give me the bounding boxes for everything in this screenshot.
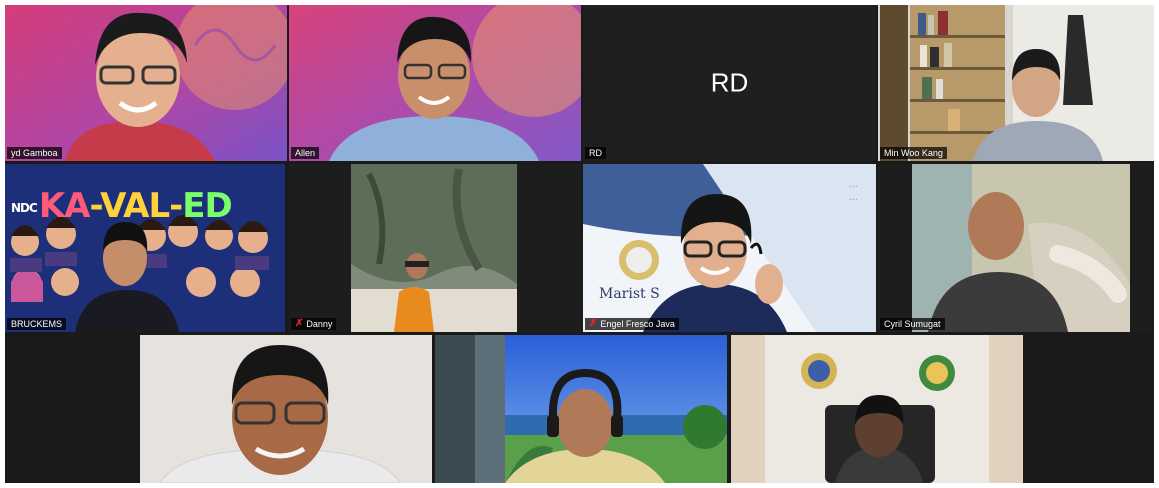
participant-name-label: BRUCKEMS [7, 318, 67, 330]
video-tile-7[interactable]: ...... Marist S ✗ Engel Fresco Java [583, 164, 876, 332]
video-tile-8[interactable]: Cyril Sumugat [878, 164, 1154, 332]
background-slogan: ...... [848, 179, 858, 203]
participant-name-label: RD [585, 147, 606, 159]
participant-name-label: yd Gamboa [7, 147, 62, 159]
participant-name-label: Allen [291, 147, 320, 159]
video-feed-9 [140, 335, 432, 483]
participant-name-label: ✗ Danny [291, 318, 337, 330]
mic-muted-icon: ✗ [295, 318, 304, 329]
participant-name-label: ✗ Engel Fresco Java [585, 318, 679, 330]
video-tile-2[interactable]: Allen [289, 5, 581, 161]
video-feed-11 [731, 335, 1023, 483]
video-feed-8 [878, 164, 1154, 332]
banner-ka-val-ed: NDCKA-VAL-ED [11, 186, 233, 226]
video-tile-5[interactable]: NDCKA-VAL-ED BRUCKEMS [5, 164, 285, 332]
video-grid: yd Gamboa Allen RD RD Min Woo Kang NDCKA… [5, 5, 1154, 483]
video-tile-10[interactable] [435, 335, 727, 483]
video-feed-7 [583, 164, 876, 332]
video-tile-11[interactable] [731, 335, 1023, 483]
participant-initials: RD [710, 67, 749, 98]
marist-logo-text: Marist S [599, 286, 660, 302]
video-feed-10 [435, 335, 727, 483]
video-tile-1[interactable]: yd Gamboa [5, 5, 287, 161]
video-tile-3[interactable]: RD RD [583, 5, 876, 161]
participant-name-label: Min Woo Kang [880, 147, 947, 159]
video-tile-6[interactable]: ✗ Danny [289, 164, 581, 332]
video-feed-6 [351, 164, 517, 332]
video-feed-2 [289, 5, 581, 161]
mic-muted-icon: ✗ [589, 318, 598, 329]
video-tile-4[interactable]: Min Woo Kang [878, 5, 1154, 161]
participant-name-label: Cyril Sumugat [880, 318, 945, 330]
video-feed-1 [5, 5, 287, 161]
video-feed-4 [878, 5, 1154, 161]
video-tile-9[interactable] [140, 335, 432, 483]
